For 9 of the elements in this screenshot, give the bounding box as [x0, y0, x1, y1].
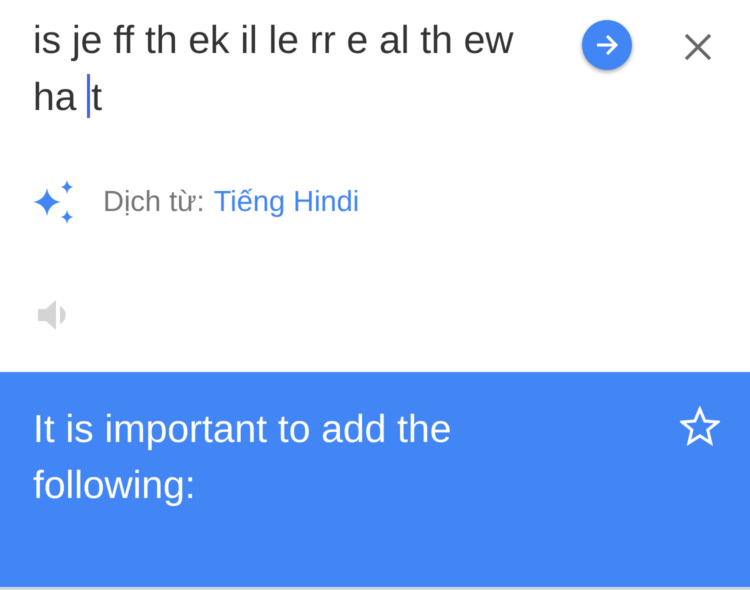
text-cursor: [87, 74, 90, 118]
close-icon[interactable]: [683, 32, 713, 62]
translation-text: It is important to add the following:: [33, 407, 452, 509]
language-link[interactable]: Tiếng Hindi: [214, 186, 360, 218]
star-icon[interactable]: [680, 406, 720, 446]
input-field[interactable]: is je ff th ek il le rr e al th ew ha t: [33, 12, 538, 126]
arrow-icon: [594, 32, 620, 58]
detected-language-label: Dịch từ:: [103, 186, 205, 218]
translate-button[interactable]: [582, 20, 632, 70]
